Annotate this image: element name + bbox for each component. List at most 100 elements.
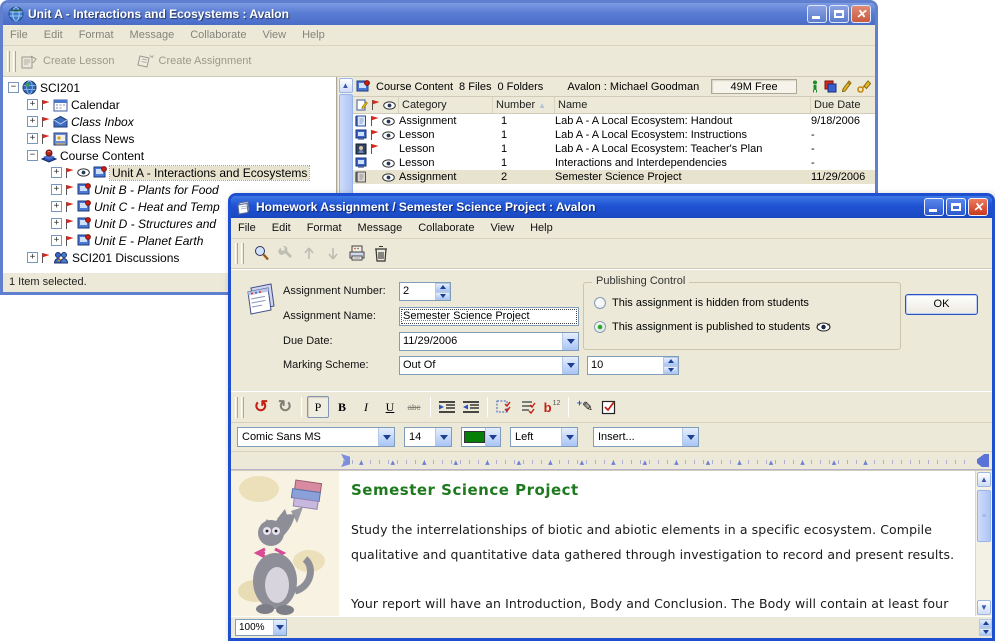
minimize-button[interactable] [924,198,944,216]
column-category[interactable]: Category [399,97,493,113]
expand-icon[interactable]: + [51,201,62,212]
stepper-arrows-icon[interactable] [663,357,678,374]
tree-item-class-inbox[interactable]: + Class Inbox [3,113,336,130]
delete-trash-button[interactable] [369,242,393,266]
chevron-down-icon[interactable] [682,428,698,446]
menu-message[interactable]: Message [130,29,175,41]
menu-message[interactable]: Message [358,222,403,234]
tree-item-unit-a[interactable]: + Unit A - Interactions and Ecosystems [3,164,336,181]
menu-format[interactable]: Format [79,29,114,41]
close-button[interactable]: ✕ [851,5,871,23]
menu-help[interactable]: Help [530,222,553,234]
font-family-combobox[interactable]: Comic Sans MS [237,427,395,447]
permissions-key-icon[interactable] [857,80,872,93]
select-fields-button[interactable] [493,396,515,418]
preview-magnifier-button[interactable] [249,242,273,266]
toolbar-grip[interactable] [235,243,238,263]
scrollbar-thumb[interactable]: ≡ [977,490,991,542]
create-assignment-button[interactable]: Create Assignment [137,54,252,69]
chevron-down-icon[interactable] [561,428,577,446]
undo-button[interactable]: ↺ [250,396,272,418]
zoom-level-combobox[interactable]: 100% [235,619,287,636]
font-size-combobox[interactable]: 14 [404,427,452,447]
chevron-down-icon[interactable] [562,333,578,350]
tree-item-class-news[interactable]: + Class News [3,130,336,147]
expand-icon[interactable]: + [27,252,38,263]
outdent-button[interactable] [460,396,482,418]
chevron-down-icon[interactable] [273,620,286,635]
menu-view[interactable]: View [262,29,286,41]
edit-pencil-icon[interactable] [842,80,852,93]
left-margin-marker[interactable] [341,454,350,467]
append-note-button[interactable]: +✎ [574,396,596,418]
file-row-2[interactable]: Lesson 1 Lab A - A Local Ecosystem: Inst… [353,128,875,142]
close-button[interactable]: ✕ [968,198,988,216]
menu-edit[interactable]: Edit [272,222,291,234]
bold-button[interactable]: B [331,396,353,418]
minimize-button[interactable] [807,5,827,23]
menu-format[interactable]: Format [307,222,342,234]
chevron-down-icon[interactable] [378,428,394,446]
create-lesson-button[interactable]: Create Lesson [21,54,115,69]
insert-combobox[interactable]: Insert... [593,427,699,447]
font-color-combobox[interactable] [461,427,501,447]
underline-button[interactable]: U [379,396,401,418]
toolbar-grip[interactable] [7,51,10,72]
editor-scrollbar[interactable]: ▲ ≡ ▼ [975,471,992,616]
user-status-icon[interactable] [811,80,819,93]
footnote-button[interactable]: b12 [541,396,563,418]
marking-value-stepper[interactable]: 10 [587,356,679,375]
file-row-4[interactable]: Lesson 1 Interactions and Interdependenc… [353,156,875,170]
tree-item-sci201[interactable]: − SCI201 [3,79,336,96]
menu-help[interactable]: Help [302,29,325,41]
chevron-down-icon[interactable] [485,428,500,446]
assignment-number-stepper[interactable]: 2 [399,282,451,301]
menu-collaborate[interactable]: Collaborate [418,222,474,234]
file-row-1[interactable]: Assignment 1 Lab A - A Local Ecosystem: … [353,114,875,128]
unit-a-titlebar[interactable]: Unit A - Interactions and Ecosystems : A… [3,3,875,25]
column-due-date[interactable]: Due Date [811,97,875,113]
expand-icon[interactable]: + [51,218,62,229]
copy-items-icon[interactable] [824,80,837,93]
expand-icon[interactable]: + [27,116,38,127]
hidden-radio-option[interactable]: This assignment is hidden from students [594,297,809,309]
next-item-button[interactable] [321,242,345,266]
menu-file[interactable]: File [10,29,28,41]
assignment-name-input[interactable]: Semester Science Project [399,307,579,326]
previous-item-button[interactable] [297,242,321,266]
tree-item-calendar[interactable]: + Calendar [3,96,336,113]
menu-collaborate[interactable]: Collaborate [190,29,246,41]
maximize-button[interactable] [946,198,966,216]
expand-icon[interactable]: + [51,184,62,195]
file-row-3[interactable]: Lesson 1 Lab A - A Local Ecosystem: Teac… [353,142,875,156]
zoom-stepper[interactable] [979,619,992,636]
plain-style-button[interactable]: P [307,396,329,418]
redo-button[interactable]: ↻ [274,396,296,418]
scrollbar-thumb[interactable] [339,94,353,202]
radio-unchecked-icon[interactable] [594,297,606,309]
collapse-icon[interactable]: − [27,150,38,161]
tree-item-course-content[interactable]: − Course Content [3,147,336,164]
indent-button[interactable] [436,396,458,418]
expand-icon[interactable]: + [27,133,38,144]
ok-button[interactable]: OK [905,294,978,315]
due-date-combobox[interactable]: 11/29/2006 [399,332,579,351]
maximize-button[interactable] [829,5,849,23]
expand-icon[interactable]: + [51,167,62,178]
published-radio-option[interactable]: This assignment is published to students [594,321,831,333]
alignment-combobox[interactable]: Left [510,427,578,447]
stepper-arrows-icon[interactable] [435,283,450,300]
collapse-icon[interactable]: − [8,82,19,93]
spellcheck-button[interactable] [598,396,620,418]
scroll-up-icon[interactable]: ▲ [977,472,991,487]
rich-text-editor[interactable]: Semester Science Project Study the inter… [231,470,992,616]
column-icons[interactable] [353,97,399,113]
expand-icon[interactable]: + [51,235,62,246]
radio-checked-icon[interactable] [594,321,606,333]
menu-view[interactable]: View [490,222,514,234]
list-fields-button[interactable] [517,396,539,418]
scroll-down-icon[interactable]: ▼ [977,600,991,615]
assignment-titlebar[interactable]: Homework Assignment / Semester Science P… [231,196,992,218]
right-margin-marker[interactable] [977,454,989,467]
assignment-body-text[interactable]: Semester Science Project Study the inter… [339,471,975,616]
